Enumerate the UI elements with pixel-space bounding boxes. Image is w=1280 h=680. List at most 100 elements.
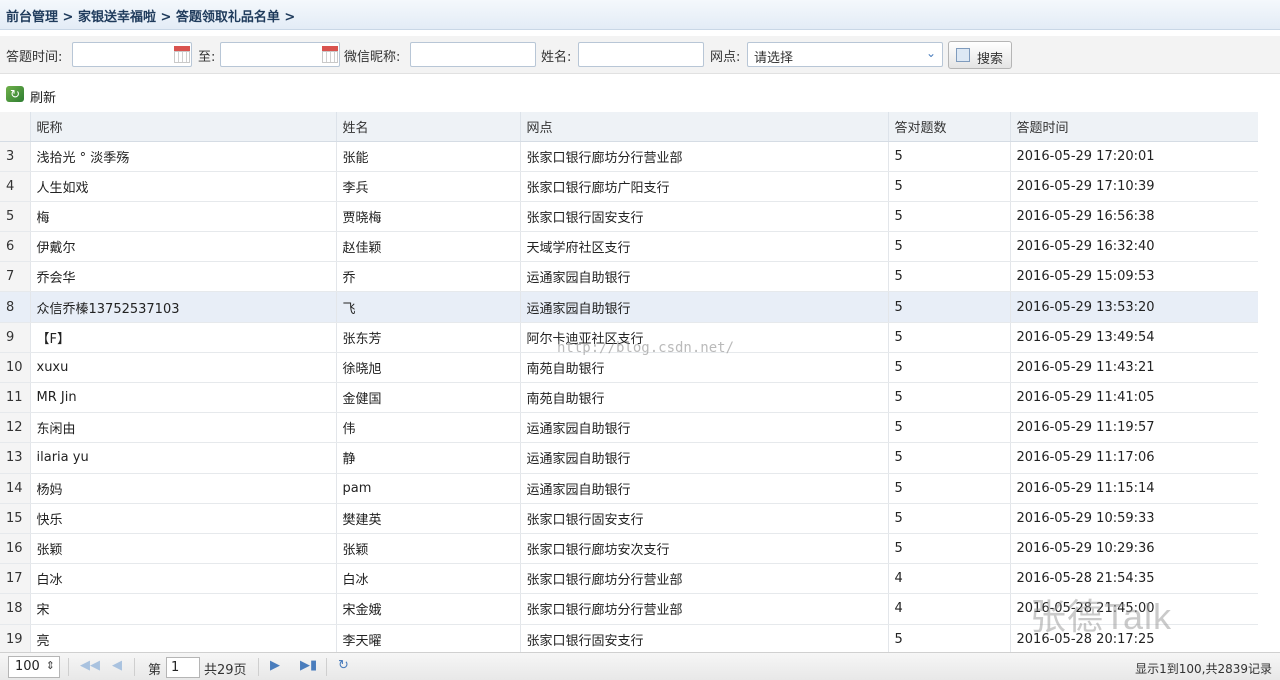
cell-score: 5 [888,533,1011,565]
name-input[interactable] [578,42,704,67]
cell-score: 5 [888,382,1011,414]
column-header-score[interactable]: 答对题数 [888,112,1011,142]
cell-name: 乔 [336,261,521,293]
cell-branch: 运通家园自助银行 [520,442,889,474]
cell-name: 樊建英 [336,503,521,534]
cell-score: 5 [888,141,1011,172]
next-page-icon[interactable]: ▶ [270,658,280,673]
last-page-icon[interactable]: ▶▮ [300,658,317,673]
table-row[interactable]: 15 快乐 樊建英 张家口银行固安支行 5 2016-05-29 10:59:33 [0,503,1259,534]
pager-divider [258,658,259,676]
table-row[interactable]: 14 杨妈 pam 运通家园自助银行 5 2016-05-29 11:15:14 [0,473,1259,504]
cell-branch: 天域学府社区支行 [520,231,889,263]
cell-name: pam [336,473,521,504]
cell-nickname: 杨妈 [30,473,337,504]
first-page-icon[interactable]: ◀◀ [80,658,100,673]
cell-nickname: 伊戴尔 [30,231,337,263]
table-row[interactable]: 8 众信乔榛13752537103 飞运通家园自助银行 5 2016-05-29 13:… [0,291,1259,323]
table-row[interactable]: 11 MR Jin 金健国 南苑自助银行 5 2016-05-29 11:41:05 [0,382,1259,414]
row-number: 4 [0,171,31,202]
search-button[interactable]: 搜索 [948,41,1012,69]
row-number: 14 [0,473,31,504]
cell-branch: 运通家园自助银行 [520,261,889,293]
row-number: 16 [0,533,31,565]
cell-time: 2016-05-29 11:17:06 [1010,442,1259,474]
cell-time: 2016-05-29 10:59:33 [1010,503,1259,534]
cell-score: 5 [888,624,1011,652]
page-prefix-label: 第 [148,663,162,678]
cell-name: 张颖 [336,533,521,565]
row-number: 5 [0,201,31,233]
prev-page-icon[interactable]: ◀ [112,658,122,673]
cell-time: 2016-05-29 11:19:57 [1010,412,1259,444]
start-date-input[interactable] [72,42,192,67]
branch-select[interactable]: 请选择 ⌄ [747,42,943,67]
calendar-icon[interactable] [322,46,338,63]
calendar-icon[interactable] [174,46,190,63]
cell-nickname: MR Jin [30,382,337,414]
page-size-select[interactable]: 100 ⇕ [8,656,60,678]
cell-nickname: 白冰 [30,563,337,595]
cell-nickname: 宋 [30,593,337,625]
cell-name: 白冰 [336,563,521,595]
cell-name: 李天曜 [336,624,521,652]
cell-score: 5 [888,291,1011,323]
column-header-nickname[interactable]: 昵称 [30,112,337,142]
table-row[interactable]: 5 梅贾晓梅 张家口银行固安支行 5 2016-05-29 16:56:38 [0,201,1259,233]
cell-score: 5 [888,503,1011,534]
column-header-name[interactable]: 姓名 [336,112,521,142]
refresh-icon: ↻ [6,86,24,102]
row-number: 11 [0,382,31,414]
cell-name: 张能 [336,141,521,172]
table-row[interactable]: 9 【F】 张东芳 阿尔卡迪亚社区支行 5 2016-05-29 13:49:54 [0,322,1259,353]
table-row[interactable]: 3 浅拾光 ° 淡季殇 张能 张家口银行廊坊分行营业部 5 2016-05-29 17:2… [0,141,1259,172]
table-row[interactable]: 7 乔会华乔运通家园自助银行 5 2016-05-29 15:09:53 [0,261,1259,293]
page-number-input[interactable]: 1 [166,657,200,678]
toolbar: ↻ 刷新 [0,80,1280,110]
cell-score: 5 [888,412,1011,444]
column-header-branch[interactable]: 网点 [520,112,889,142]
cell-time: 2016-05-29 13:53:20 [1010,291,1259,323]
row-number-header [0,112,31,142]
reload-icon[interactable]: ↻ [338,658,349,673]
cell-time: 2016-05-29 17:10:39 [1010,171,1259,202]
pager-divider [134,658,135,676]
cell-branch: 张家口银行廊坊分行营业部 [520,593,889,625]
cell-score: 5 [888,231,1011,263]
column-header-time[interactable]: 答题时间 [1010,112,1259,142]
cell-nickname: 张颖 [30,533,337,565]
row-number: 10 [0,352,31,384]
table-row[interactable]: 12 东闲由伟运通家园自助银行 5 2016-05-29 11:19:57 [0,412,1259,444]
cell-time: 2016-05-29 13:49:54 [1010,322,1259,353]
cell-name: 金健国 [336,382,521,414]
cell-score: 5 [888,261,1011,293]
breadcrumb: 前台管理 > 家银送幸福啦 > 答题领取礼品名单 > [0,0,1280,30]
cell-branch: 张家口银行固安支行 [520,201,889,233]
grid-right-gutter [1258,112,1280,652]
table-row[interactable]: 18 宋宋金娥 张家口银行廊坊分行营业部 4 2016-05-28 21:45:00 [0,593,1259,625]
cell-branch: 张家口银行廊坊分行营业部 [520,563,889,595]
cell-score: 5 [888,473,1011,504]
row-number: 19 [0,624,31,652]
nickname-input[interactable] [410,42,536,67]
cell-time: 2016-05-29 15:09:53 [1010,261,1259,293]
table-row[interactable]: 13 ilaria yu 静运通家园自助银行 5 2016-05-29 11:17:06 [0,442,1259,474]
row-number: 9 [0,322,31,353]
cell-branch: 张家口银行廊坊广阳支行 [520,171,889,202]
cell-nickname: 亮 [30,624,337,652]
chevron-down-icon: ⌄ [925,46,936,60]
table-row[interactable]: 19 亮李天曜 张家口银行固安支行 5 2016-05-28 20:17:25 [0,624,1259,652]
table-row[interactable]: 10 xuxu 徐晓旭 南苑自助银行 5 2016-05-29 11:43:21 [0,352,1259,384]
row-number: 18 [0,593,31,625]
table-row[interactable]: 4 人生如戏 李兵 张家口银行廊坊广阳支行 5 2016-05-29 17:10:39 [0,171,1259,202]
cell-name: 赵佳颖 [336,231,521,263]
search-button-label: 搜索 [977,52,1004,67]
refresh-label: 刷新 [30,91,57,106]
table-row[interactable]: 6 伊戴尔 赵佳颖 天域学府社区支行 5 2016-05-29 16:32:40 [0,231,1259,263]
table-row[interactable]: 17 白冰 白冰 张家口银行廊坊分行营业部 4 2016-05-28 21:54:35 [0,563,1259,595]
data-grid: 昵称 姓名 网点 答对题数 答题时间 3 浅拾光 ° 淡季殇 张能 张家口银行廊坊分行… [0,112,1280,652]
cell-nickname: 人生如戏 [30,171,337,202]
table-row[interactable]: 16 张颖 张颖 张家口银行廊坊安次支行 5 2016-05-29 10:29:36 [0,533,1259,565]
end-date-input[interactable] [220,42,340,67]
cell-branch: 张家口银行固安支行 [520,624,889,652]
